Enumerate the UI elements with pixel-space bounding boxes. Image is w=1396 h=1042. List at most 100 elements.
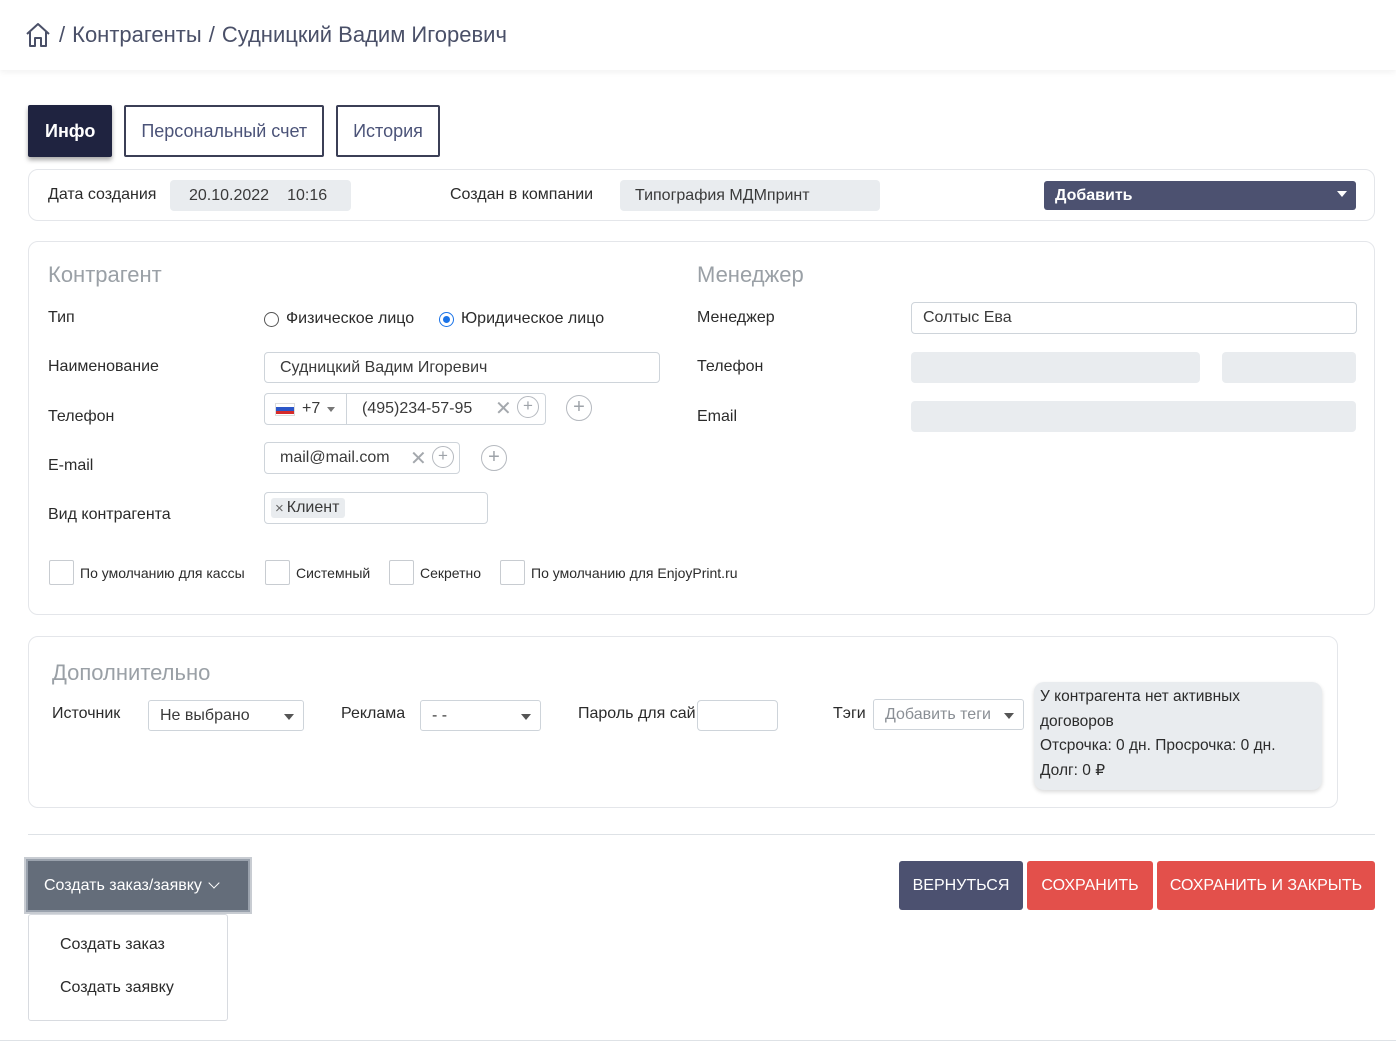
add-phone-icon[interactable]: + xyxy=(566,395,592,421)
source-label: Источник xyxy=(52,705,121,722)
add-phone-inline-icon[interactable]: + xyxy=(517,396,539,418)
type-option-individual: Физическое лицо xyxy=(286,310,415,327)
save-button[interactable]: СОХРАНИТЬ xyxy=(1027,861,1153,910)
bottom-divider xyxy=(0,1040,1396,1041)
manager-phone-field xyxy=(911,352,1200,383)
tab-bar: Инфо Персональный счет История xyxy=(28,105,440,157)
source-select[interactable]: Не выбрано xyxy=(148,700,304,731)
manager-email-label: Email xyxy=(697,408,738,425)
name-input[interactable]: Судницкий Вадим Игоревич xyxy=(264,352,660,383)
created-company-label: Создан в компании xyxy=(450,186,594,203)
top-bar: / Контрагенты / Судницкий Вадим Игоревич xyxy=(0,0,1396,70)
site-password-label: Пароль для сай xyxy=(578,705,696,722)
counterparty-kind-select[interactable]: × Клиент xyxy=(264,492,488,524)
checkbox-default-cash[interactable]: По умолчанию для кассы xyxy=(49,560,245,585)
ads-value: - - xyxy=(432,706,448,724)
breadcrumb-current: Судницкий Вадим Игоревич xyxy=(221,22,507,47)
debt-line: Долг: 0 ₽ xyxy=(1040,761,1106,779)
manager-label: Менеджер xyxy=(697,309,775,326)
type-label: Тип xyxy=(48,309,75,326)
tab-personal-account[interactable]: Персональный счет xyxy=(124,105,325,157)
country-code-select[interactable]: +7 xyxy=(275,394,347,424)
save-and-close-button[interactable]: СОХРАНИТЬ И ЗАКРЫТЬ xyxy=(1157,861,1375,910)
add-dropdown-label: Добавить xyxy=(1055,186,1133,204)
phone-value[interactable]: (495)234-57-95 xyxy=(362,400,472,418)
chevron-down-icon xyxy=(208,877,220,889)
email-label: E-mail xyxy=(48,457,94,474)
checkbox-icon xyxy=(49,560,74,585)
breadcrumb-counterparties[interactable]: Контрагенты xyxy=(72,22,202,48)
breadcrumb: / Контрагенты / Судницкий Вадим Игоревич xyxy=(24,21,507,49)
checkbox-secret[interactable]: Секретно xyxy=(389,560,481,585)
breadcrumb-separator: / xyxy=(208,22,215,47)
email-input[interactable]: mail@mail.com xyxy=(264,442,460,474)
created-time-value: 10:16 xyxy=(287,186,328,204)
counterparty-kind-label: Вид контрагента xyxy=(48,506,171,523)
russia-flag-icon xyxy=(275,402,295,416)
contract-info-box: У контрагента нет активных договоров Отс… xyxy=(1034,682,1322,790)
menu-item-create-order[interactable]: Создать заказ xyxy=(60,936,165,954)
tab-info[interactable]: Инфо xyxy=(28,105,113,157)
checkbox-default-cash-label: По умолчанию для кассы xyxy=(80,564,245,581)
manager-phone-ext-field xyxy=(1222,352,1356,383)
create-order-request-button[interactable]: Создать заказ/заявку xyxy=(26,859,250,912)
caret-down-icon xyxy=(1004,713,1014,719)
create-dropdown-menu: Создать заказ Создать заявку xyxy=(28,914,228,1021)
type-option-legal: Юридическое лицо xyxy=(461,310,605,327)
checkbox-icon xyxy=(265,560,290,585)
add-email-icon[interactable]: + xyxy=(481,445,507,471)
caret-down-icon xyxy=(327,406,336,412)
manager-phone-label: Телефон xyxy=(697,358,764,375)
created-date-field: 20.10.2022 10:16 xyxy=(170,180,351,211)
email-value: mail@mail.com xyxy=(280,449,390,466)
home-icon[interactable] xyxy=(24,21,52,49)
checkbox-secret-label: Секретно xyxy=(420,564,482,581)
checkbox-icon xyxy=(389,560,414,585)
ads-select[interactable]: - - xyxy=(420,700,541,731)
checkbox-system[interactable]: Системный xyxy=(265,560,370,585)
contract-line: договоров xyxy=(1040,712,1114,730)
add-email-inline-icon[interactable]: + xyxy=(432,446,454,468)
radio-icon xyxy=(264,311,279,327)
menu-item-create-request[interactable]: Создать заявку xyxy=(60,979,174,997)
caret-down-icon xyxy=(521,714,531,720)
phone-label: Телефон xyxy=(48,408,115,425)
tags-select[interactable]: Добавить теги xyxy=(873,699,1024,730)
kind-tag-label: Клиент xyxy=(286,499,340,516)
created-date-label: Дата создания xyxy=(48,186,157,203)
clear-email-icon[interactable]: ✕ xyxy=(410,446,427,471)
footer-divider xyxy=(28,834,1375,835)
manager-section-title: Менеджер xyxy=(697,262,804,287)
create-order-request-label: Создать заказ/заявку xyxy=(44,876,202,894)
counterparty-card: Контрагент Тип Физическое лицо Юридическ… xyxy=(28,241,1375,615)
manager-email-field xyxy=(911,401,1356,432)
info-bar: Дата создания 20.10.2022 10:16 Создан в … xyxy=(28,169,1375,221)
checkbox-system-label: Системный xyxy=(296,564,371,581)
tab-history[interactable]: История xyxy=(336,105,440,157)
checkbox-default-enjoyprint[interactable]: По умолчанию для EnjoyPrint.ru xyxy=(500,560,738,585)
caret-down-icon xyxy=(284,714,294,720)
checkbox-icon xyxy=(500,560,525,585)
source-value: Не выбрано xyxy=(160,706,250,724)
remove-tag-icon[interactable]: × xyxy=(275,500,284,517)
caret-down-icon xyxy=(1337,191,1347,197)
name-label: Наименование xyxy=(48,358,159,375)
checkbox-default-enjoyprint-label: По умолчанию для EnjoyPrint.ru xyxy=(531,564,738,581)
back-button[interactable]: ВЕРНУТЬСЯ xyxy=(899,861,1023,910)
counterparty-section-title: Контрагент xyxy=(48,262,162,287)
kind-tag: × Клиент xyxy=(271,498,346,518)
created-company-field: Типография МДМпринт xyxy=(620,180,880,211)
phone-code: +7 xyxy=(302,400,321,417)
contract-line: У контрагента нет активных xyxy=(1040,688,1241,705)
add-dropdown[interactable]: Добавить xyxy=(1044,181,1356,210)
manager-value: Солтыс Ева xyxy=(923,309,1012,326)
type-radio-individual[interactable]: Физическое лицо xyxy=(264,310,414,328)
radio-checked-icon xyxy=(439,311,454,327)
created-company-value: Типография МДМпринт xyxy=(635,186,810,204)
clear-phone-icon[interactable]: ✕ xyxy=(495,396,512,421)
manager-input[interactable]: Солтыс Ева xyxy=(911,302,1357,334)
extra-section-title: Дополнительно xyxy=(52,660,211,685)
site-password-input[interactable] xyxy=(697,700,778,731)
type-radio-legal[interactable]: Юридическое лицо xyxy=(439,310,604,328)
extra-card: Дополнительно Источник Не выбрано Реклам… xyxy=(28,636,1338,808)
